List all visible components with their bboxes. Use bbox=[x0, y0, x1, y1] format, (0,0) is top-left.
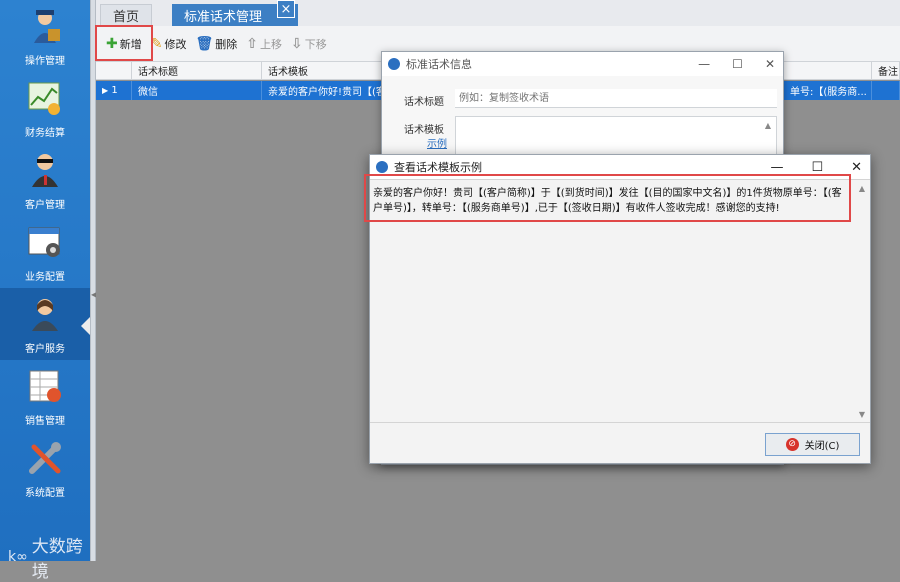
sidebar-item-system-config[interactable]: 系统配置 bbox=[0, 432, 90, 504]
sales-spreadsheet-icon bbox=[25, 366, 65, 406]
close-button-label: 关闭(C) bbox=[804, 441, 840, 452]
example-link[interactable]: 示例 bbox=[427, 135, 447, 150]
scroll-down-icon[interactable]: ▼ bbox=[856, 410, 868, 419]
close-button[interactable]: ⊘ 关闭(C) bbox=[765, 433, 860, 456]
app-icon bbox=[376, 161, 388, 173]
title-input[interactable] bbox=[455, 89, 777, 108]
sidebar-item-label: 客户管理 bbox=[25, 200, 65, 211]
sidebar-item-label: 系统配置 bbox=[25, 488, 65, 499]
dialog-titlebar: 标准话术信息 — ☐ ✕ bbox=[382, 52, 783, 76]
scroll-up-icon[interactable]: ▲ bbox=[856, 184, 868, 193]
scroll-up-icon[interactable]: ▲ bbox=[762, 121, 774, 130]
table-corner bbox=[96, 62, 132, 80]
tools-icon bbox=[25, 438, 65, 478]
template-label: 话术模板 bbox=[404, 125, 444, 136]
column-header-remark[interactable]: 备注 bbox=[872, 62, 900, 80]
sidebar-item-label: 操作管理 bbox=[25, 56, 65, 67]
customer-manager-icon bbox=[25, 150, 65, 190]
watermark: k∞ 大数跨境 bbox=[8, 532, 90, 582]
column-header-blank bbox=[784, 62, 872, 80]
move-down-label: 下移 bbox=[304, 37, 327, 51]
arrow-up-icon: ⇧ bbox=[246, 35, 258, 52]
table-cell-title[interactable]: 微信 bbox=[132, 81, 262, 100]
operator-icon bbox=[25, 6, 65, 46]
sidebar-item-customer-management[interactable]: 客户管理 bbox=[0, 144, 90, 216]
template-textarea[interactable]: ▲ bbox=[455, 116, 777, 156]
sidebar-item-label: 财务结算 bbox=[25, 128, 65, 139]
close-icon[interactable]: ✕ bbox=[765, 57, 775, 71]
trash-icon: 🗑 bbox=[195, 35, 214, 52]
watermark-logo-icon: k∞ bbox=[8, 549, 28, 565]
sidebar: 操作管理 财务结算 客户管理 业务配置 客户服务 销售管理 系统配置 k∞ 大数… bbox=[0, 0, 91, 582]
sidebar-item-label: 销售管理 bbox=[25, 416, 65, 427]
delete-label: 删除 bbox=[215, 37, 238, 51]
sidebar-item-business-config[interactable]: 业务配置 bbox=[0, 216, 90, 288]
row-index: 1 bbox=[111, 85, 118, 96]
dialog-title: 查看话术模板示例 bbox=[394, 161, 482, 174]
move-down-button[interactable]: ⇩ 下移 bbox=[291, 36, 327, 52]
minimize-icon[interactable]: — bbox=[770, 160, 783, 175]
row-pointer-icon: ▶ bbox=[102, 86, 109, 95]
maximize-icon[interactable]: ☐ bbox=[811, 160, 823, 175]
delete-button[interactable]: 🗑 删除 bbox=[195, 36, 237, 52]
maximize-icon[interactable]: ☐ bbox=[732, 57, 743, 71]
watermark-text: 大数跨境 bbox=[31, 537, 83, 582]
minimize-icon[interactable]: — bbox=[698, 57, 710, 71]
example-text-highlight bbox=[364, 174, 851, 222]
tab-home[interactable]: 首页 bbox=[100, 4, 153, 26]
sidebar-item-label: 业务配置 bbox=[25, 272, 65, 283]
app-icon bbox=[388, 58, 400, 70]
business-config-icon bbox=[25, 222, 65, 262]
table-cell-template-tail[interactable]: 单号:【(服务商... bbox=[784, 81, 872, 100]
edit-label: 修改 bbox=[164, 37, 187, 51]
sidebar-item-sales[interactable]: 销售管理 bbox=[0, 360, 90, 432]
table-cell-remark[interactable] bbox=[872, 81, 900, 100]
row-indicator[interactable]: ▶ 1 bbox=[96, 81, 132, 100]
stop-icon: ⊘ bbox=[785, 438, 799, 451]
arrow-down-icon: ⇩ bbox=[290, 35, 303, 52]
sidebar-item-finance[interactable]: 财务结算 bbox=[0, 72, 90, 144]
dialog-title: 标准话术信息 bbox=[406, 58, 472, 71]
sidebar-item-customer-service[interactable]: 客户服务 bbox=[0, 288, 91, 360]
move-up-label: 上移 bbox=[259, 37, 282, 51]
customer-service-icon bbox=[25, 294, 65, 334]
tab-bar: 首页 标准话术管理 × bbox=[96, 0, 900, 26]
finance-chart-icon bbox=[25, 78, 65, 118]
tab-close-icon[interactable]: × bbox=[277, 0, 295, 18]
move-up-button[interactable]: ⇧ 上移 bbox=[246, 36, 282, 52]
sidebar-item-label: 客户服务 bbox=[25, 344, 65, 355]
edit-button[interactable]: ✎ 修改 bbox=[151, 36, 187, 52]
sidebar-item-operations[interactable]: 操作管理 bbox=[0, 0, 90, 72]
column-header-title[interactable]: 话术标题 bbox=[132, 62, 262, 80]
title-label: 话术标题 bbox=[404, 97, 444, 108]
close-icon[interactable]: ✕ bbox=[851, 160, 862, 175]
add-button-highlight bbox=[95, 25, 153, 61]
